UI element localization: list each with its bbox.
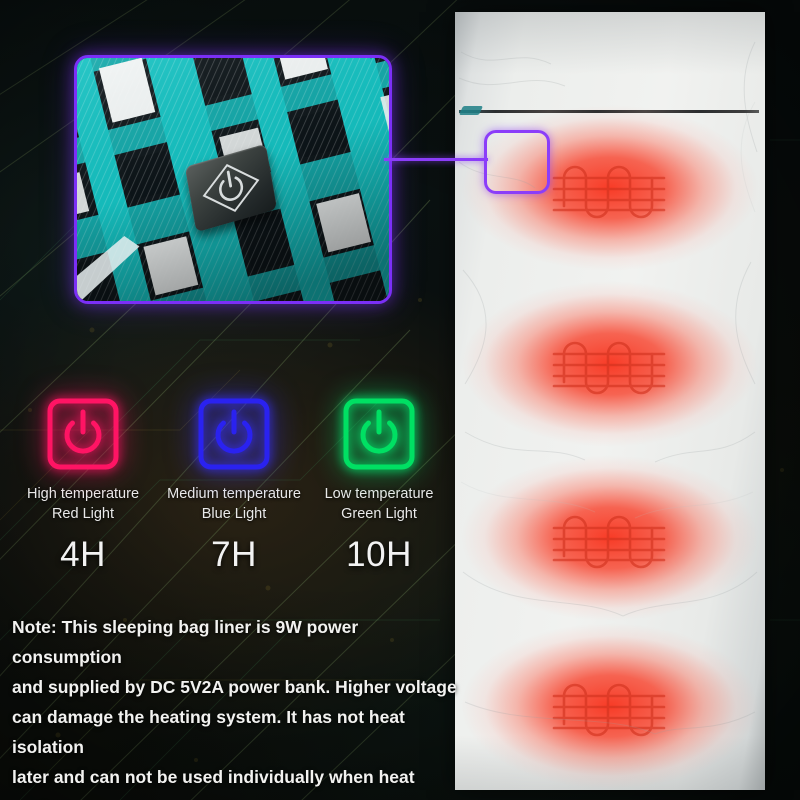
level-low-icon-wrap xyxy=(304,388,454,480)
callout-connector-line xyxy=(384,158,488,161)
level-high-hours: 4H xyxy=(60,535,106,574)
note-line-3: can damage the heating system. It has no… xyxy=(12,707,405,757)
fabric-closeup-inset xyxy=(74,55,392,304)
level-medium-icon-wrap xyxy=(159,388,309,480)
level-medium[interactable]: Medium temperature Blue Light xyxy=(159,388,309,524)
level-high-line2: Red Light xyxy=(51,506,115,522)
product-infographic: High temperature Red Light Medium temper… xyxy=(0,0,800,800)
level-high[interactable]: High temperature Red Light xyxy=(8,388,158,524)
bag-zipper-seam xyxy=(459,110,759,113)
level-low-line1: Low temperature xyxy=(324,486,434,502)
level-medium-label: Medium temperature Blue Light xyxy=(159,484,309,524)
power-icon[interactable] xyxy=(44,395,122,473)
level-high-line1: High temperature xyxy=(26,486,140,502)
temperature-levels-section: High temperature Red Light Medium temper… xyxy=(0,388,450,588)
level-high-label: High temperature Red Light xyxy=(8,484,158,524)
note-text-block: Note: This sleeping bag liner is 9W powe… xyxy=(12,612,464,800)
sleeping-bag-product xyxy=(455,12,765,790)
note-line-1: Note: This sleeping bag liner is 9W powe… xyxy=(12,617,359,667)
level-medium-hours: 7H xyxy=(211,535,257,574)
level-low-line2: Green Light xyxy=(341,506,417,522)
level-medium-line1: Medium temperature xyxy=(167,486,301,502)
power-icon[interactable] xyxy=(340,395,418,473)
level-low-label: Low temperature Green Light xyxy=(304,484,454,524)
level-medium-line2: Blue Light xyxy=(201,506,267,522)
power-icon[interactable] xyxy=(195,395,273,473)
fabric-wrinkles xyxy=(458,41,758,735)
level-low-hours: 10H xyxy=(346,535,412,574)
note-line-4: later and can not be used individually w… xyxy=(12,767,415,800)
level-low[interactable]: Low temperature Green Light xyxy=(304,388,454,524)
level-high-icon-wrap xyxy=(8,388,158,480)
note-line-2: and supplied by DC 5V2A power bank. High… xyxy=(12,677,457,697)
callout-target-box xyxy=(484,130,550,194)
